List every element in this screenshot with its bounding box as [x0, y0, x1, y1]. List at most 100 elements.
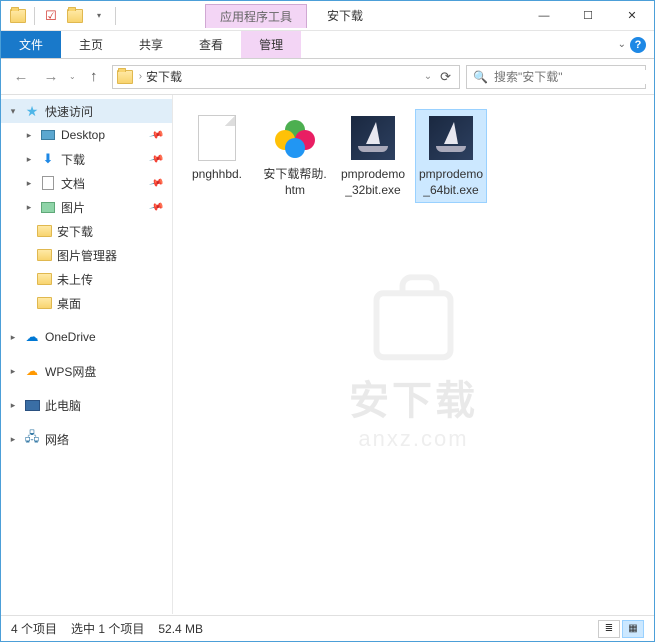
ribbon-right: ⌄ ?	[618, 31, 654, 58]
window-title: 安下载	[327, 7, 522, 24]
tree-label: 下载	[61, 151, 85, 168]
tree-label: Desktop	[61, 128, 105, 142]
minimize-button[interactable]: —	[522, 1, 566, 30]
file-name: pmprodemo_32bit.exe	[340, 166, 406, 198]
main-area: ▾ ★ 快速访问 ▸ Desktop 📌 ▸ ⬇ 下载 📌 ▸ 文档 📌 ▸ 图…	[1, 95, 654, 614]
tab-home[interactable]: 主页	[61, 31, 121, 58]
navigation-bar: ← → ⌄ ↑ › 安下载 ⌄ ⟳ 🔍	[1, 59, 654, 95]
tree-label: OneDrive	[45, 330, 96, 344]
file-name: 安下载帮助.htm	[262, 166, 328, 198]
close-button[interactable]: ✕	[610, 1, 654, 30]
qat-dropdown-icon[interactable]: ▾	[88, 5, 110, 27]
pin-icon: 📌	[148, 151, 164, 167]
tree-item-folder[interactable]: 桌面	[1, 291, 172, 315]
navigation-pane[interactable]: ▾ ★ 快速访问 ▸ Desktop 📌 ▸ ⬇ 下载 📌 ▸ 文档 📌 ▸ 图…	[1, 95, 173, 614]
caret-down-icon[interactable]: ▾	[7, 106, 19, 117]
caret-right-icon[interactable]: ▸	[7, 400, 19, 411]
status-item-count: 4 个项目	[11, 620, 57, 637]
search-icon: 🔍	[473, 70, 488, 84]
tree-label: 快速访问	[45, 103, 93, 120]
breadcrumb-separator: ›	[139, 71, 142, 82]
caret-right-icon[interactable]: ▸	[7, 366, 19, 377]
caret-right-icon[interactable]: ▸	[23, 202, 35, 213]
help-icon[interactable]: ?	[630, 37, 646, 53]
tab-manage[interactable]: 管理	[241, 31, 301, 58]
address-dropdown-icon[interactable]: ⌄	[424, 71, 432, 82]
caret-right-icon[interactable]: ▸	[23, 130, 35, 141]
window-controls: — ☐ ✕	[522, 1, 654, 30]
watermark-text2: anxz.com	[349, 426, 478, 452]
forward-button[interactable]: →	[39, 65, 63, 89]
tree-label: 未上传	[57, 271, 93, 288]
folder-icon	[35, 247, 53, 263]
computer-icon	[23, 397, 41, 413]
history-dropdown-icon[interactable]: ⌄	[69, 72, 76, 81]
properties-icon[interactable]: ☑	[40, 5, 62, 27]
tree-label: 桌面	[57, 295, 81, 312]
caret-right-icon[interactable]: ▸	[23, 154, 35, 165]
tree-item-folder[interactable]: 图片管理器	[1, 243, 172, 267]
folder-icon[interactable]	[7, 5, 29, 27]
file-thumb-htm	[271, 114, 319, 162]
ribbon-expand-icon[interactable]: ⌄	[618, 39, 626, 50]
maximize-button[interactable]: ☐	[566, 1, 610, 30]
file-thumb-exe	[427, 114, 475, 162]
status-size: 52.4 MB	[158, 622, 203, 636]
refresh-icon[interactable]: ⟳	[440, 69, 451, 85]
title-bar: ☑ ▾ 应用程序工具 安下载 — ☐ ✕	[1, 1, 654, 31]
file-item[interactable]: pmprodemo_32bit.exe	[337, 109, 409, 203]
file-list[interactable]: pnghhbd. 安下载帮助.htm pmprodemo_32bit.exe p…	[173, 95, 654, 614]
pin-icon: 📌	[148, 199, 164, 215]
search-box[interactable]: 🔍	[466, 65, 646, 89]
tab-file[interactable]: 文件	[1, 31, 61, 58]
breadcrumb-location[interactable]: 安下载	[146, 68, 182, 85]
caret-right-icon[interactable]: ▸	[7, 434, 19, 445]
tree-network[interactable]: ▸ 🖧 网络	[1, 427, 172, 451]
desktop-icon	[39, 127, 57, 143]
star-icon: ★	[23, 103, 41, 119]
file-item[interactable]: 安下载帮助.htm	[259, 109, 331, 203]
tab-view[interactable]: 查看	[181, 31, 241, 58]
pictures-icon	[39, 199, 57, 215]
tree-item-folder[interactable]: 未上传	[1, 267, 172, 291]
tree-onedrive[interactable]: ▸ ☁ OneDrive	[1, 325, 172, 349]
tab-share[interactable]: 共享	[121, 31, 181, 58]
folder-icon-2[interactable]	[64, 5, 86, 27]
address-bar[interactable]: › 安下载 ⌄ ⟳	[112, 65, 460, 89]
tree-item-pictures[interactable]: ▸ 图片 📌	[1, 195, 172, 219]
folder-icon	[35, 271, 53, 287]
caret-right-icon[interactable]: ▸	[23, 178, 35, 189]
file-name: pmprodemo_64bit.exe	[418, 166, 484, 198]
search-input[interactable]	[494, 70, 649, 84]
details-view-button[interactable]: ≣	[598, 620, 620, 638]
up-button[interactable]: ↑	[82, 65, 106, 89]
tree-item-desktop[interactable]: ▸ Desktop 📌	[1, 123, 172, 147]
onedrive-icon: ☁	[23, 329, 41, 345]
status-bar: 4 个项目 选中 1 个项目 52.4 MB ≣ ▦	[1, 615, 654, 641]
file-item[interactable]: pnghhbd.	[181, 109, 253, 187]
file-name: pnghhbd.	[192, 166, 242, 182]
icons-view-button[interactable]: ▦	[622, 620, 644, 638]
back-button[interactable]: ←	[9, 65, 33, 89]
tree-item-downloads[interactable]: ▸ ⬇ 下载 📌	[1, 147, 172, 171]
caret-right-icon[interactable]: ▸	[7, 332, 19, 343]
file-item-selected[interactable]: pmprodemo_64bit.exe	[415, 109, 487, 203]
pin-icon: 📌	[148, 127, 164, 143]
tree-label: 图片管理器	[57, 247, 117, 264]
contextual-tab-label: 应用程序工具	[205, 4, 307, 28]
tree-quick-access[interactable]: ▾ ★ 快速访问	[1, 99, 172, 123]
status-selection: 选中 1 个项目	[71, 620, 144, 637]
qat-separator	[34, 7, 35, 25]
tree-label: 安下载	[57, 223, 93, 240]
tree-item-folder[interactable]: 安下载	[1, 219, 172, 243]
tree-label: 文档	[61, 175, 85, 192]
watermark: 安下载 anxz.com	[349, 290, 478, 452]
tree-wps[interactable]: ▸ ☁ WPS网盘	[1, 359, 172, 383]
folder-icon	[35, 223, 53, 239]
location-folder-icon	[117, 70, 133, 84]
download-icon: ⬇	[39, 151, 57, 167]
qat-separator-2	[115, 7, 116, 25]
tree-item-documents[interactable]: ▸ 文档 📌	[1, 171, 172, 195]
quick-access-toolbar: ☑ ▾	[1, 5, 125, 27]
tree-thispc[interactable]: ▸ 此电脑	[1, 393, 172, 417]
